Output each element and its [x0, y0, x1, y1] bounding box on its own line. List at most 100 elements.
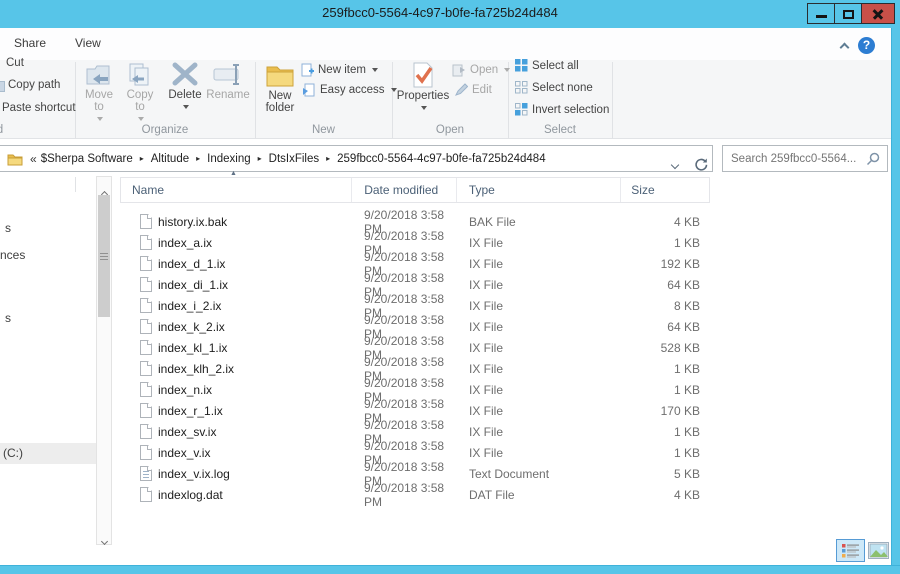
column-header-name[interactable]: Name — [121, 178, 352, 202]
tab-view[interactable]: View — [75, 36, 101, 50]
search-input[interactable] — [723, 146, 863, 171]
edit-button[interactable]: Edit — [454, 83, 492, 97]
breadcrumb-item[interactable]: Altitude — [151, 153, 189, 165]
nav-item-fragment[interactable]: (C:) — [3, 446, 23, 460]
cut-button[interactable]: Cut — [6, 57, 24, 69]
file-type-cell: IX File — [457, 236, 622, 250]
breadcrumb-item[interactable]: DtsIxFiles — [269, 153, 319, 165]
file-icon — [140, 403, 152, 418]
nav-scrollbar[interactable] — [96, 176, 112, 545]
new-item-icon — [300, 63, 314, 77]
file-size-cell: 1 KB — [622, 383, 710, 397]
file-size-cell: 64 KB — [622, 320, 710, 334]
help-icon[interactable]: ? — [858, 37, 875, 54]
file-icon — [140, 424, 152, 439]
select-all-icon — [515, 59, 528, 72]
file-name: index_v.ix — [158, 446, 210, 460]
easy-access-button[interactable]: Easy access — [302, 83, 397, 97]
breadcrumb-item[interactable]: Indexing — [207, 153, 250, 165]
nav-item-fragment[interactable]: s — [5, 221, 11, 235]
address-dropdown-icon[interactable] — [671, 161, 679, 169]
file-size-cell: 170 KB — [622, 404, 710, 418]
file-icon — [140, 382, 152, 397]
file-name: index_v.ix.log — [158, 467, 230, 481]
dropdown-arrow-icon — [504, 68, 510, 72]
breadcrumb-overflow[interactable]: « — [30, 152, 37, 166]
file-type-cell: IX File — [457, 446, 622, 460]
open-button[interactable]: Open — [452, 63, 510, 77]
file-date-cell: 9/20/2018 3:58 PM — [352, 481, 457, 509]
open-group-label: Open — [392, 124, 508, 136]
file-name-cell[interactable]: index_v.ix — [120, 445, 352, 460]
breadcrumb-item[interactable]: 259fbcc0-5564-4c97-b0fe-fa725b24d484 — [337, 153, 545, 165]
address-bar[interactable]: « $Sherpa Software ▸ Altitude ▸ Indexing ▸ Dts… — [0, 145, 713, 172]
nav-item-fragment[interactable]: s — [5, 311, 11, 325]
paste-shortcut-button[interactable]: Paste shortcut — [2, 102, 76, 114]
minimize-button[interactable] — [807, 3, 835, 24]
file-name-cell[interactable]: index_r_1.ix — [120, 403, 352, 418]
file-name-cell[interactable]: index_kl_1.ix — [120, 340, 352, 355]
search-icon[interactable] — [866, 152, 880, 166]
scroll-up-icon[interactable] — [97, 178, 111, 194]
file-name: index_d_1.ix — [158, 257, 225, 271]
dropdown-arrow-icon — [421, 106, 427, 110]
copy-to-button[interactable]: Copy to — [121, 61, 159, 125]
move-to-button[interactable]: Move to — [80, 61, 118, 125]
file-size-cell: 1 KB — [622, 425, 710, 439]
thumbnail-view-button[interactable] — [868, 542, 889, 559]
scroll-down-icon[interactable] — [97, 527, 111, 543]
copy-path-button[interactable]: Copy path — [8, 79, 60, 91]
properties-button[interactable]: Properties — [394, 61, 452, 114]
new-item-button[interactable]: New item — [300, 63, 378, 77]
file-name-cell[interactable]: index_klh_2.ix — [120, 361, 352, 376]
sort-ascending-icon[interactable]: ▲ — [230, 170, 237, 177]
select-all-button[interactable]: Select all — [515, 59, 579, 72]
file-type-cell: IX File — [457, 257, 622, 271]
file-icon — [140, 361, 152, 376]
minimize-icon — [816, 15, 827, 18]
file-name-cell[interactable]: index_a.ix — [120, 235, 352, 250]
file-icon — [140, 487, 152, 502]
nav-scrollbar-thumb[interactable] — [98, 195, 110, 317]
file-name-cell[interactable]: index_v.ix.log — [120, 466, 352, 481]
file-name-cell[interactable]: index_d_1.ix — [120, 256, 352, 271]
nav-item-fragment[interactable]: nces — [0, 248, 25, 262]
file-name-cell[interactable]: index_k_2.ix — [120, 319, 352, 334]
breadcrumb-separator-icon: ▸ — [196, 154, 200, 163]
file-name-cell[interactable]: index_di_1.ix — [120, 277, 352, 292]
file-name: index_a.ix — [158, 236, 212, 250]
file-name-cell[interactable]: history.ix.bak — [120, 214, 352, 229]
file-name-cell[interactable]: index_n.ix — [120, 382, 352, 397]
breadcrumb-item[interactable]: $Sherpa Software — [41, 153, 133, 165]
file-name-cell[interactable]: index_i_2.ix — [120, 298, 352, 313]
file-name-cell[interactable]: index_sv.ix — [120, 424, 352, 439]
rename-button[interactable]: Rename — [205, 61, 251, 101]
delete-button[interactable]: Delete — [165, 61, 205, 113]
file-name: index_kl_1.ix — [158, 341, 227, 355]
column-header-size[interactable]: Size — [621, 178, 709, 202]
file-icon — [140, 277, 152, 292]
select-none-button[interactable]: Select none — [515, 81, 593, 94]
file-name: history.ix.bak — [158, 215, 227, 229]
column-header-date-modified[interactable]: Date modified — [352, 178, 457, 202]
close-button[interactable] — [861, 3, 895, 24]
column-header-type[interactable]: Type — [457, 178, 621, 202]
file-name: index_klh_2.ix — [158, 362, 234, 376]
refresh-icon[interactable] — [693, 157, 708, 172]
details-view-icon — [837, 540, 864, 561]
invert-selection-button[interactable]: Invert selection — [515, 103, 609, 116]
file-size-cell: 528 KB — [622, 341, 710, 355]
maximize-button[interactable] — [834, 3, 862, 24]
details-view-button[interactable] — [836, 539, 865, 562]
table-row[interactable]: indexlog.dat 9/20/2018 3:58 PM DAT File … — [120, 484, 710, 505]
breadcrumb-separator-icon: ▸ — [258, 154, 262, 163]
breadcrumb-separator-icon: ▸ — [326, 154, 330, 163]
tab-share[interactable]: Share — [14, 36, 46, 50]
window-title: 259fbcc0-5564-4c97-b0fe-fa725b24d484 — [0, 5, 880, 20]
new-folder-button[interactable]: New folder — [258, 61, 302, 114]
edit-icon — [454, 83, 468, 97]
file-type-cell: IX File — [457, 278, 622, 292]
file-name-cell[interactable]: indexlog.dat — [120, 487, 352, 502]
titlebar[interactable]: 259fbcc0-5564-4c97-b0fe-fa725b24d484 — [0, 0, 900, 28]
file-type-cell: IX File — [457, 383, 622, 397]
